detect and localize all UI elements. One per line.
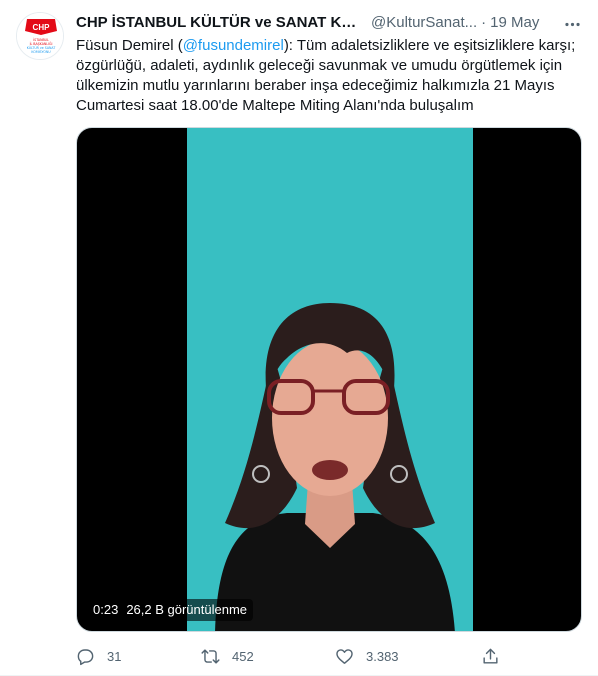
tweet-header: CHP İSTANBUL KÜLTÜR ve SANAT KOM... @Kul… xyxy=(76,13,546,33)
mention-link[interactable]: @fusundemirel xyxy=(183,37,284,54)
share-button[interactable] xyxy=(481,644,500,668)
display-name[interactable]: CHP İSTANBUL KÜLTÜR ve SANAT KOM... xyxy=(76,13,366,33)
more-button[interactable] xyxy=(560,12,584,36)
reply-count: 31 xyxy=(107,648,122,664)
reply-button[interactable]: 31 xyxy=(76,644,121,668)
reply-icon xyxy=(77,648,94,665)
video-duration: 0:23 xyxy=(93,602,119,617)
tweet[interactable]: CHP İSTANBUL İL BAŞKANLIĞI KÜLTÜR ve SAN… xyxy=(0,0,598,676)
like-icon xyxy=(336,648,353,664)
video-views: 26,2 B görüntülenme xyxy=(126,602,248,617)
retweet-count: 452 xyxy=(232,648,254,664)
tweet-date[interactable]: 19 May xyxy=(490,13,539,33)
tweet-text: Füsun Demirel (@fusundemirel): Tüm adale… xyxy=(76,36,586,116)
share-icon xyxy=(483,648,498,664)
separator-dot: · xyxy=(481,14,487,31)
tweet-author-text: Füsun Demirel ( xyxy=(76,37,183,54)
more-icon xyxy=(564,22,580,26)
video-player[interactable]: 0:23 26,2 B görüntülenme xyxy=(76,127,582,632)
retweet-button[interactable]: 452 xyxy=(201,644,254,668)
avatar-logo-text: CHP xyxy=(33,23,51,32)
action-bar: 31 452 3.383 xyxy=(76,644,516,668)
user-handle[interactable]: @KulturSanat... xyxy=(371,13,477,33)
video-meta: 0:23 26,2 B görüntülenme xyxy=(87,599,254,621)
retweet-icon xyxy=(201,648,220,664)
like-button[interactable]: 3.383 xyxy=(335,644,399,668)
avatar[interactable]: CHP İSTANBUL İL BAŞKANLIĞI KÜLTÜR ve SAN… xyxy=(16,12,64,60)
video-frame xyxy=(187,128,473,631)
like-count: 3.383 xyxy=(366,648,399,664)
avatar-org-line-4: KOMİSYONU xyxy=(31,49,51,54)
video-still xyxy=(187,128,473,631)
